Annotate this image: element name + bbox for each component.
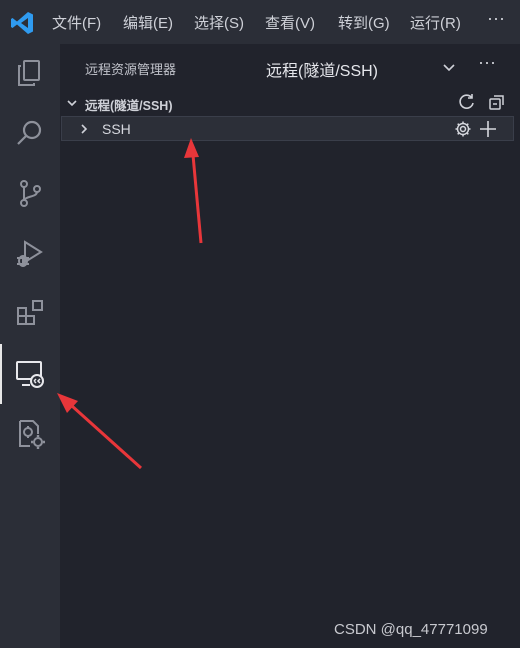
watermark: CSDN @qq_47771099 xyxy=(334,621,488,638)
section-header-remote-tunnels-ssh[interactable]: 远程(隧道/SSH) xyxy=(60,90,520,114)
remote-type-select[interactable]: 远程(隧道/SSH) xyxy=(266,57,378,81)
more-menu-button[interactable]: ··· xyxy=(487,8,505,29)
menu-edit[interactable]: 编辑(E) xyxy=(123,12,173,33)
sidebar-header: 远程资源管理器 远程(隧道/SSH) ··· xyxy=(60,44,520,90)
run-debug-icon[interactable] xyxy=(14,237,46,269)
chevron-right-icon[interactable] xyxy=(78,123,90,135)
explorer-icon[interactable] xyxy=(14,57,46,89)
sidebar-title: 远程资源管理器 xyxy=(85,62,177,77)
menu-selection[interactable]: 选择(S) xyxy=(194,12,244,33)
gear-icon[interactable] xyxy=(454,120,472,138)
vscode-logo-icon[interactable] xyxy=(9,10,35,36)
remote-explorer-icon[interactable] xyxy=(14,358,46,390)
refresh-icon[interactable] xyxy=(457,92,477,112)
add-icon[interactable] xyxy=(478,119,498,139)
active-indicator xyxy=(0,344,2,404)
extensions-icon[interactable] xyxy=(14,297,46,329)
menu-go[interactable]: 转到(G) xyxy=(338,12,390,33)
chevron-down-icon xyxy=(67,100,77,107)
collapse-all-icon[interactable] xyxy=(487,92,507,112)
source-control-icon[interactable] xyxy=(14,177,46,209)
menu-view[interactable]: 查看(V) xyxy=(265,12,315,33)
search-icon[interactable] xyxy=(14,117,46,149)
sidebar-more-button[interactable]: ··· xyxy=(478,52,496,73)
section-title: 远程(隧道/SSH) xyxy=(85,99,173,113)
title-bar: 文件(F) 编辑(E) 选择(S) 查看(V) 转到(G) 运行(R) ··· xyxy=(0,0,520,44)
menu-file[interactable]: 文件(F) xyxy=(52,12,101,33)
tree-item-label: SSH xyxy=(102,121,131,137)
tree-item-ssh[interactable]: SSH xyxy=(61,116,514,141)
remote-explorer-sidebar: 远程资源管理器 远程(隧道/SSH) ··· 远程(隧道/SSH) SSH xyxy=(60,44,520,648)
chevron-down-icon[interactable] xyxy=(440,58,458,76)
menu-run[interactable]: 运行(R) xyxy=(410,12,461,33)
activity-bar xyxy=(0,44,60,648)
settings-sync-icon[interactable] xyxy=(14,418,46,450)
